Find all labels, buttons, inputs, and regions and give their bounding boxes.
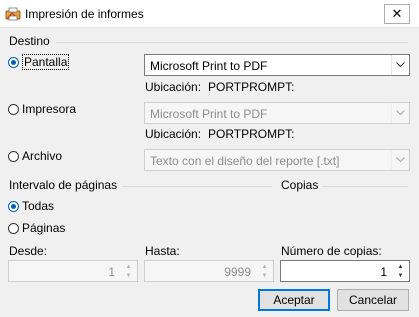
- intervalo-label: Intervalo de páginas: [9, 178, 118, 192]
- window-title: Impresión de informes: [25, 7, 144, 21]
- desde-label: Desde:: [9, 244, 48, 258]
- pantalla-location-label: Ubicación:: [145, 80, 202, 94]
- radio-paginas-label: Páginas: [22, 221, 66, 235]
- radio-archivo-indicator: [8, 150, 19, 162]
- desde-value: 1: [108, 265, 115, 279]
- destino-divider: [56, 42, 408, 43]
- spin-up-icon[interactable]: ▲: [257, 262, 272, 271]
- numero-copias-label: Número de copias:: [281, 244, 382, 258]
- copias-spinbox[interactable]: 1 ▲ ▼: [280, 260, 410, 282]
- pantalla-printer-value: Microsoft Print to PDF: [150, 59, 268, 73]
- printer-report-icon: [5, 7, 21, 21]
- radio-paginas-indicator: [8, 222, 19, 234]
- impresora-location-value: PORTPROMPT:: [208, 127, 295, 141]
- radio-paginas[interactable]: Páginas: [8, 221, 65, 235]
- chevron-down-icon: [391, 150, 409, 170]
- archivo-format-value: Texto con el diseño del reporte [.txt]: [150, 154, 340, 168]
- hasta-value: 9999: [224, 265, 251, 279]
- spin-down-icon[interactable]: ▼: [393, 271, 408, 280]
- impresora-location-label: Ubicación:: [145, 127, 202, 141]
- radio-todas-label: Todas: [22, 199, 55, 213]
- radio-todas[interactable]: Todas: [8, 199, 54, 213]
- spin-up-icon[interactable]: ▲: [121, 262, 136, 271]
- radio-impresora[interactable]: Impresora: [8, 102, 76, 116]
- spin-down-icon[interactable]: ▼: [257, 271, 272, 280]
- accept-button[interactable]: Aceptar: [258, 289, 330, 311]
- radio-archivo-label: Archivo: [22, 149, 63, 163]
- radio-todas-indicator: [8, 200, 19, 212]
- spin-up-icon[interactable]: ▲: [393, 262, 408, 271]
- copias-value: 1: [380, 265, 387, 279]
- chevron-down-icon: [391, 55, 409, 75]
- desde-spinbox[interactable]: 1 ▲ ▼: [8, 260, 138, 282]
- hasta-spinner[interactable]: ▲ ▼: [257, 262, 272, 280]
- close-icon: ✕: [391, 6, 403, 21]
- copias-label: Copias: [281, 178, 319, 192]
- radio-pantalla-label: Pantalla: [22, 54, 70, 70]
- title-bar: Impresión de informes ✕: [0, 0, 419, 28]
- desde-spinner[interactable]: ▲ ▼: [121, 262, 136, 280]
- destino-label: Destino: [9, 34, 50, 48]
- impresora-printer-select[interactable]: Microsoft Print to PDF: [144, 102, 410, 124]
- radio-pantalla-indicator: [8, 56, 19, 68]
- cancel-button[interactable]: Cancelar: [337, 289, 409, 311]
- radio-pantalla[interactable]: Pantalla: [8, 54, 70, 70]
- copias-divider: [322, 186, 408, 187]
- radio-impresora-label: Impresora: [22, 102, 77, 116]
- pantalla-location-value: PORTPROMPT:: [208, 80, 295, 94]
- chevron-down-icon: [391, 103, 409, 123]
- hasta-label: Hasta:: [145, 244, 180, 258]
- impresora-printer-value: Microsoft Print to PDF: [150, 107, 268, 121]
- spin-down-icon[interactable]: ▼: [121, 271, 136, 280]
- hasta-spinbox[interactable]: 9999 ▲ ▼: [144, 260, 274, 282]
- archivo-format-select[interactable]: Texto con el diseño del reporte [.txt]: [144, 149, 410, 171]
- radio-archivo[interactable]: Archivo: [8, 149, 62, 163]
- copias-spinner[interactable]: ▲ ▼: [393, 262, 408, 280]
- pantalla-printer-select[interactable]: Microsoft Print to PDF: [144, 54, 410, 76]
- radio-impresora-indicator: [8, 103, 19, 115]
- intervalo-divider: [122, 186, 272, 187]
- close-button[interactable]: ✕: [384, 4, 410, 24]
